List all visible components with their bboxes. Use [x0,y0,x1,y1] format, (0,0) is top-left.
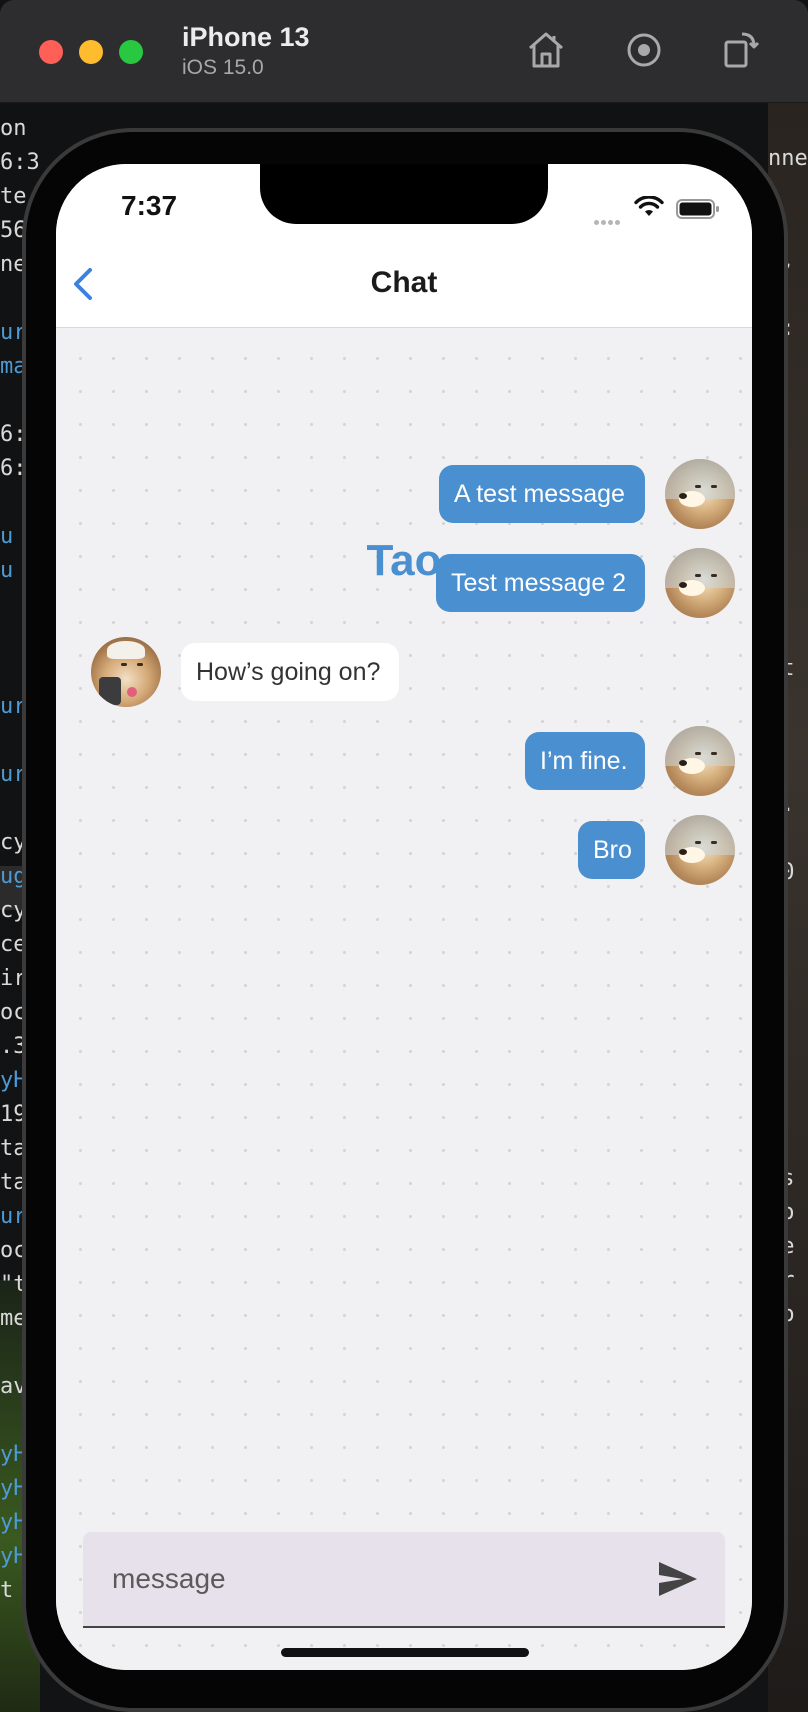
avatar-self [665,726,735,796]
phone-screen: Tao A test message Test message 2 How’s … [56,164,752,1670]
battery-icon [676,198,720,225]
rotate-icon[interactable] [718,28,762,72]
cellular-signal-icon [594,212,624,225]
message-composer [83,1532,725,1628]
minimize-window-button[interactable] [79,40,103,64]
contact-name: Tao [366,536,442,585]
close-window-button[interactable] [39,40,63,64]
terminal-line: 6:34 [0,150,40,175]
message-bubble-sent[interactable]: A test message [439,465,645,523]
notch [260,164,548,224]
avatar-self [665,459,735,529]
status-time: 7:37 [121,190,178,221]
simulator-titlebar: iPhone 13 iOS 15.0 [0,0,808,103]
device-name: iPhone 13 [182,22,310,52]
message-input[interactable] [83,1532,643,1626]
send-icon [659,1562,697,1596]
terminal-line: on [0,116,27,141]
message-bubble-sent[interactable]: I’m fine. [525,732,645,790]
screenshot-icon[interactable] [622,28,666,72]
terminal-line: nnec [768,146,808,171]
message-bubble-received[interactable]: How’s going on? [181,643,399,701]
avatar-self [665,548,735,618]
device-os-version: iOS 15.0 [182,56,264,79]
send-button[interactable] [655,1556,701,1602]
page-title: Chat [370,266,438,299]
wifi-icon [634,195,664,223]
zoom-window-button[interactable] [119,40,143,64]
navigation-bar: Chat [56,244,752,328]
message-bubble-sent[interactable]: Bro [578,821,645,879]
home-indicator[interactable] [281,1648,529,1657]
avatar-contact[interactable] [91,637,161,707]
chat-area[interactable]: Tao [56,328,752,1670]
avatar-self [665,815,735,885]
message-bubble-sent[interactable]: Test message 2 [436,554,645,612]
home-icon[interactable] [524,28,568,72]
